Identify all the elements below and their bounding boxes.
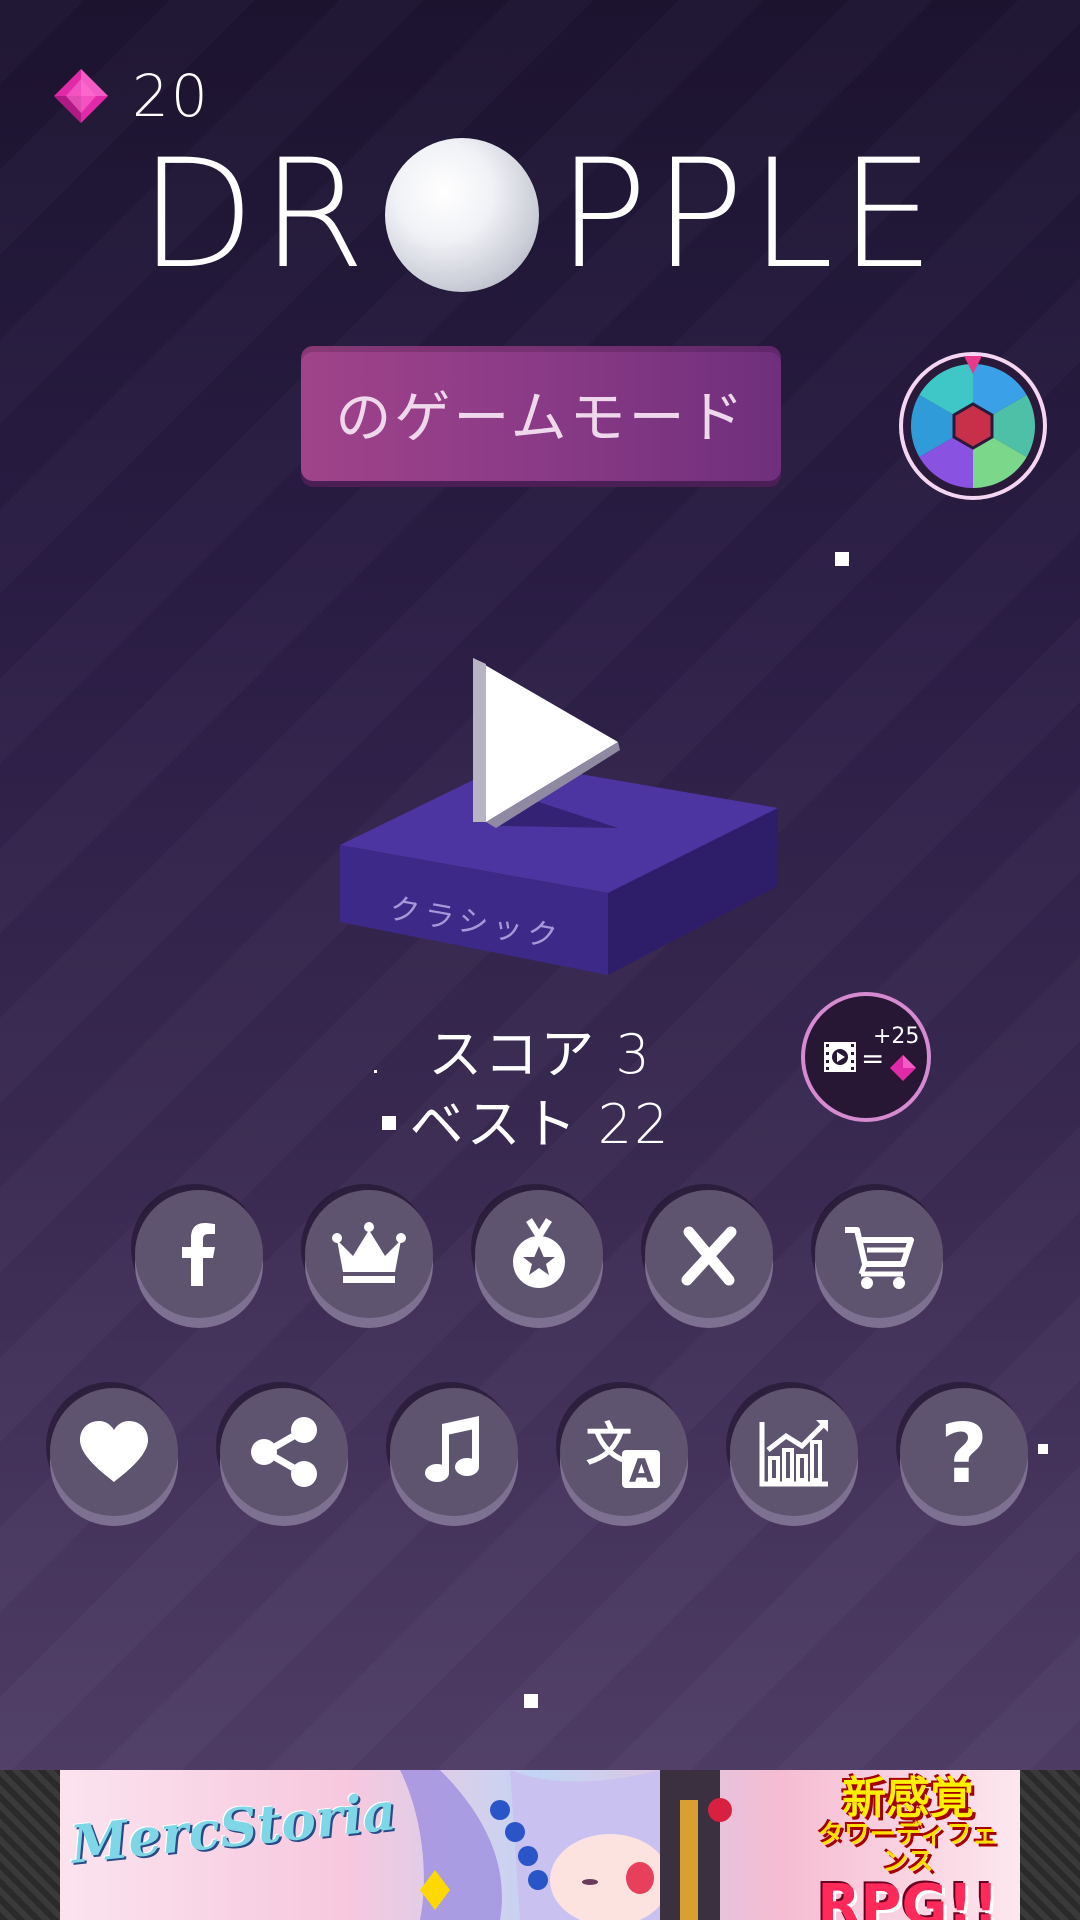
- svg-text:?: ?: [940, 1410, 988, 1494]
- ad-tagline: 新感覚 タワーディフェンス RPG!!: [808, 1773, 1008, 1920]
- ad-tagline-3: RPG!!: [817, 1872, 999, 1920]
- leaderboard-button[interactable]: [305, 1190, 433, 1318]
- translate-icon: 文 A: [586, 1417, 660, 1490]
- particle: [1038, 1444, 1048, 1454]
- gem-icon: [54, 69, 108, 123]
- share-icon: [251, 1417, 317, 1487]
- play-button[interactable]: クラシック: [340, 650, 780, 990]
- gem-counter: 20: [52, 62, 210, 130]
- video-icon: [824, 1042, 856, 1072]
- share-button[interactable]: [220, 1388, 348, 1516]
- logo-text-left: DR: [139, 128, 372, 302]
- ad-creative[interactable]: MercStoria 新感覚 タワーディフェンス RPG!!: [60, 1770, 1020, 1920]
- ad-banner[interactable]: MercStoria 新感覚 タワーディフェンス RPG!!: [0, 1770, 1080, 1920]
- cart-icon: [845, 1227, 914, 1289]
- prize-wheel-icon: [910, 356, 1036, 488]
- music-button[interactable]: [390, 1388, 518, 1516]
- crown-icon: [332, 1222, 406, 1283]
- particle: [835, 552, 849, 566]
- stats-button[interactable]: [730, 1388, 858, 1516]
- gem-count: 20: [132, 62, 210, 130]
- ad-character-image: [400, 1770, 732, 1920]
- game-mode-button[interactable]: のゲームモード: [301, 346, 781, 481]
- particle: [374, 1070, 377, 1073]
- facebook-button[interactable]: [135, 1190, 263, 1318]
- ad-tagline-2: タワーディフェンス: [817, 1820, 999, 1878]
- svg-text:A: A: [629, 1452, 654, 1490]
- language-button[interactable]: 文 A: [560, 1388, 688, 1516]
- particle: [524, 1694, 538, 1708]
- logo-text-right: PPLE: [557, 128, 941, 302]
- heart-icon: [80, 1421, 148, 1482]
- achievements-button[interactable]: [475, 1190, 603, 1318]
- ad-tagline-1: 新感覚: [842, 1773, 974, 1824]
- ad-logo: MercStoria: [67, 1781, 400, 1876]
- reward-amount: +25: [873, 1024, 920, 1049]
- remove-ads-button[interactable]: [645, 1190, 773, 1318]
- help-button[interactable]: ?: [900, 1388, 1028, 1516]
- video-reward-button[interactable]: = +25: [801, 992, 931, 1122]
- prize-wheel-button[interactable]: [899, 352, 1047, 500]
- medal-icon: [513, 1218, 565, 1288]
- facebook-icon: [182, 1223, 215, 1286]
- game-mode-label: のゲームモード: [335, 386, 747, 451]
- shop-button[interactable]: [815, 1190, 943, 1318]
- rate-button[interactable]: [50, 1388, 178, 1516]
- game-logo: DR PPLE: [0, 135, 1080, 295]
- gem-icon: [890, 1055, 916, 1081]
- music-icon: [425, 1416, 479, 1482]
- logo-ball-icon: [385, 138, 540, 292]
- chart-icon: [759, 1420, 828, 1487]
- particle: [382, 1116, 396, 1130]
- question-icon: ?: [940, 1410, 988, 1494]
- x-icon: [681, 1226, 737, 1286]
